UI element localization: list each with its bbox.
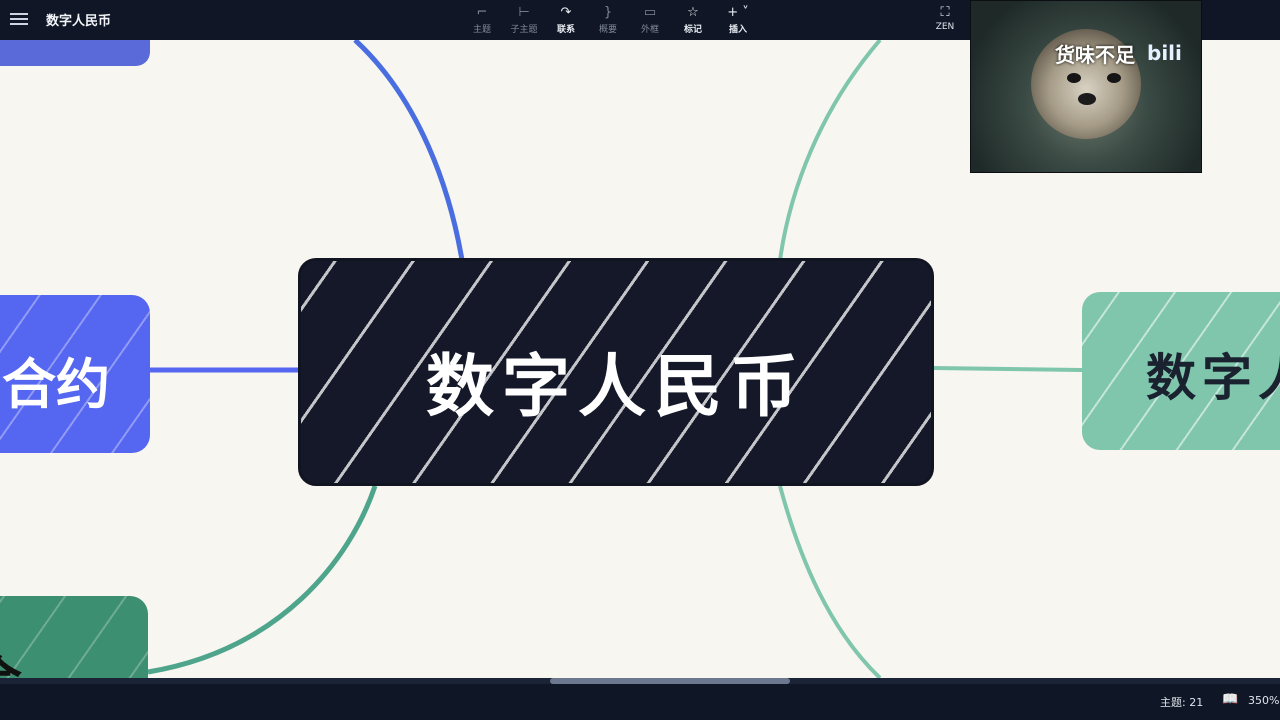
topic-node-blue-top[interactable] bbox=[0, 40, 150, 66]
topic-button[interactable]: ⌐ 主题 bbox=[462, 4, 502, 36]
subtopic-button[interactable]: ⊢ 子主题 bbox=[504, 4, 544, 36]
relationship-icon: ↷ bbox=[560, 5, 572, 20]
connector-blue-top bbox=[353, 40, 465, 261]
connector-green-bottom-left bbox=[147, 485, 378, 675]
document-title: 数字人民币 bbox=[46, 14, 112, 29]
topic-label: 合约 bbox=[2, 353, 110, 416]
bilibili-logo: bili bbox=[1147, 41, 1182, 65]
topic-node-contract[interactable]: 合约 bbox=[0, 295, 150, 453]
connector-green-right bbox=[933, 366, 1083, 372]
summary-button[interactable]: } 概要 bbox=[588, 4, 628, 36]
boundary-button[interactable]: ▭ 外框 bbox=[630, 4, 670, 36]
scrollbar-thumb[interactable] bbox=[550, 678, 790, 684]
topic-node-green-bottom[interactable]: 合 bbox=[0, 596, 148, 678]
central-topic[interactable]: 数字人民币 bbox=[298, 258, 934, 486]
fullscreen-icon: ⛶ bbox=[940, 5, 950, 20]
summary-icon: } bbox=[603, 5, 613, 20]
avatar-nose bbox=[1078, 93, 1096, 105]
relationship-button[interactable]: ↷ 联系 bbox=[546, 4, 586, 36]
subtopic-icon: ⊢ bbox=[518, 5, 530, 20]
webcam-caption: 货味不足 bbox=[1055, 43, 1135, 67]
topic-label: 合 bbox=[0, 640, 22, 678]
zoom-level[interactable]: 350% bbox=[1248, 694, 1279, 707]
zen-mode-button[interactable]: ⛶ ZEN bbox=[928, 4, 962, 32]
topic-count: 主题: 21 bbox=[1160, 696, 1204, 709]
webcam-overlay: 货味不足 bili bbox=[970, 0, 1202, 173]
connector-green-bottom-right bbox=[778, 485, 882, 678]
avatar-eye bbox=[1107, 73, 1121, 83]
topic-label: 数字人 bbox=[1146, 349, 1280, 407]
horizontal-scrollbar[interactable] bbox=[0, 678, 1280, 684]
connector-green-top-right bbox=[778, 40, 882, 261]
boundary-icon: ▭ bbox=[643, 5, 657, 20]
insert-button[interactable]: + ˅ 插入 bbox=[718, 4, 758, 36]
status-bar: 主题: 21 📖 350% bbox=[0, 678, 1280, 720]
plus-icon: + ˅ bbox=[727, 5, 749, 20]
outline-book-icon[interactable]: 📖 bbox=[1222, 692, 1238, 707]
star-icon: ☆ bbox=[687, 5, 699, 20]
topic-node-right[interactable]: 数字人 bbox=[1082, 292, 1280, 450]
avatar-eye bbox=[1067, 73, 1081, 83]
central-topic-label: 数字人民币 bbox=[425, 348, 806, 427]
topic-icon: ⌐ bbox=[476, 5, 488, 20]
marker-button[interactable]: ☆ 标记 bbox=[673, 4, 713, 36]
hamburger-menu-icon[interactable] bbox=[10, 10, 28, 25]
